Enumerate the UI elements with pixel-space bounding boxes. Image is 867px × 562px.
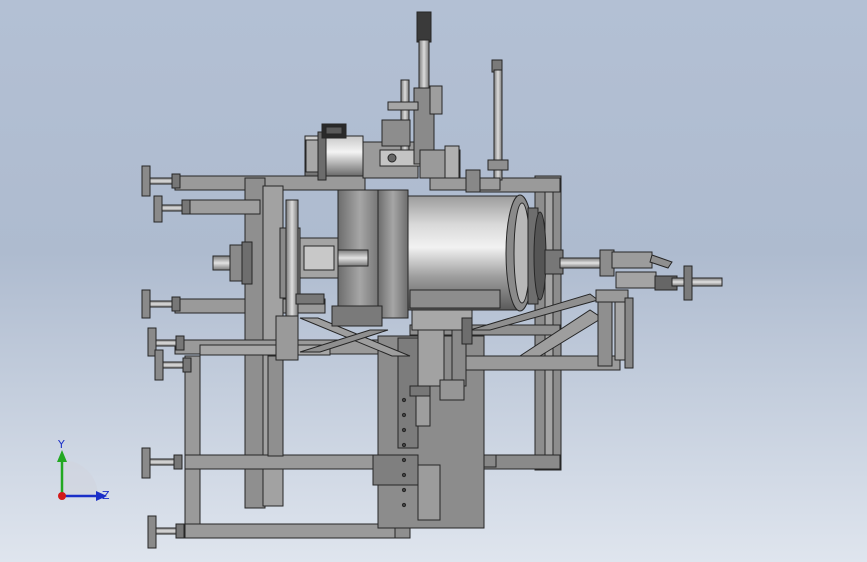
triad-plane — [62, 460, 98, 496]
leveling-foot — [141, 165, 181, 197]
leveling-foot — [141, 289, 181, 319]
y-axis-label: Y — [57, 438, 65, 451]
z-axis-label: Z — [102, 489, 110, 502]
x-axis-origin-dot — [58, 492, 66, 500]
tailstock-shaft — [544, 249, 723, 301]
y-axis-arrowhead — [57, 450, 67, 462]
leveling-foot — [141, 447, 183, 479]
cad-viewport[interactable]: Y Z — [0, 0, 867, 562]
coordinate-triad: Y Z — [57, 438, 110, 502]
leveling-foot — [153, 195, 191, 223]
leveling-foot — [147, 515, 185, 549]
machine-assembly-drawing — [141, 11, 723, 549]
leveling-feet — [141, 165, 192, 549]
